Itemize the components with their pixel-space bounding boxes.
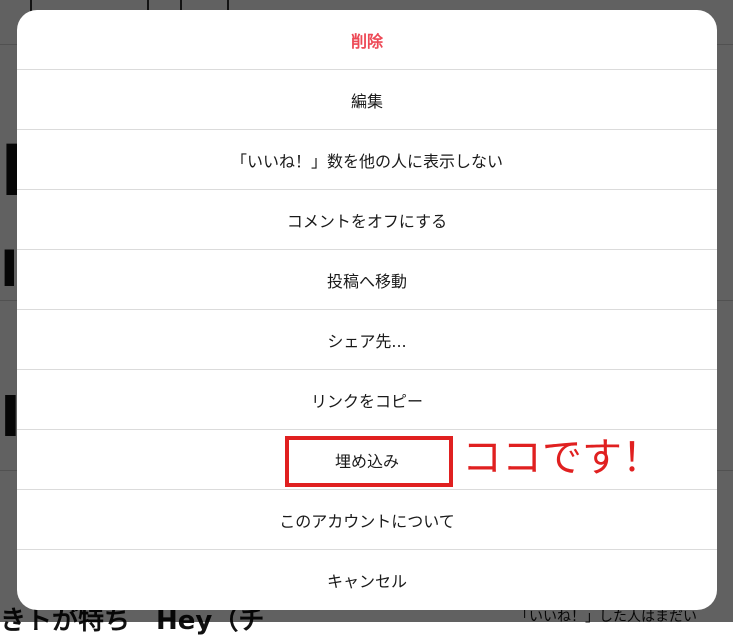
edit-button[interactable]: 編集	[17, 70, 717, 130]
share-to-button[interactable]: シェア先...	[17, 310, 717, 370]
turn-off-comments-button[interactable]: コメントをオフにする	[17, 190, 717, 250]
hide-like-count-button[interactable]: 「いいね！」数を他の人に表示しない	[17, 130, 717, 190]
copy-link-button[interactable]: リンクをコピー	[17, 370, 717, 430]
about-account-button[interactable]: このアカウントについて	[17, 490, 717, 550]
cancel-button[interactable]: キャンセル	[17, 550, 717, 610]
options-dialog: 削除 編集 「いいね！」数を他の人に表示しない コメントをオフにする 投稿へ移動…	[17, 10, 717, 610]
annotation-text: ココです！	[462, 435, 662, 481]
delete-button[interactable]: 削除	[17, 10, 717, 70]
go-to-post-button[interactable]: 投稿へ移動	[17, 250, 717, 310]
